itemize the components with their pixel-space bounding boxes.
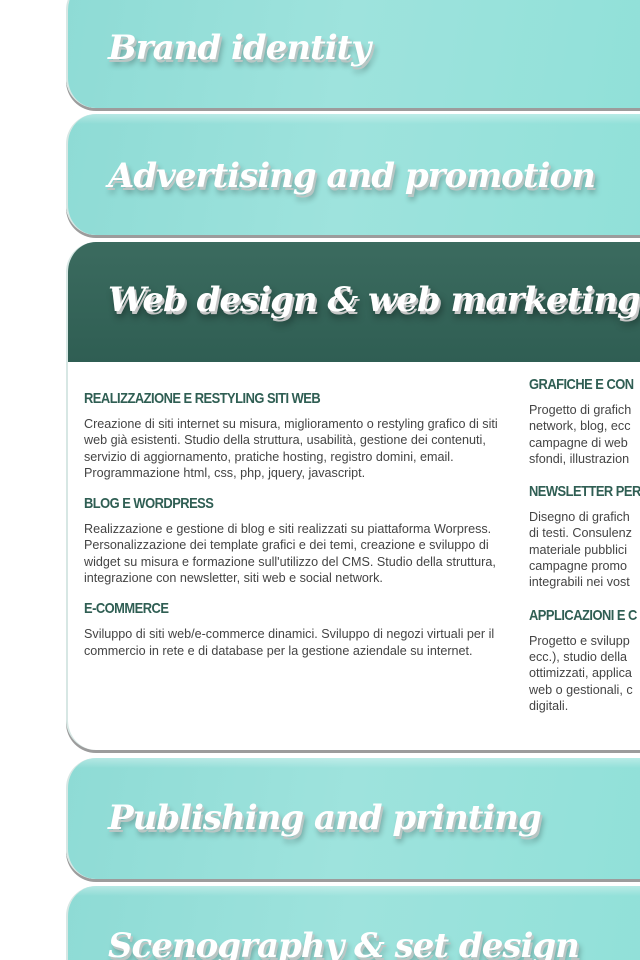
accordion-title: Scenography & set design: [108, 926, 580, 960]
accordion-item-scenography[interactable]: Scenography & set design: [66, 886, 640, 960]
services-accordion: Brand identity Advertising and promotion…: [0, 0, 640, 960]
service-block: REALIZZAZIONE E RESTYLING SITI WEB Creaz…: [84, 390, 512, 481]
service-heading: REALIZZAZIONE E RESTYLING SITI WEB: [84, 390, 321, 407]
service-description: Realizzazione e gestione di blog e siti …: [84, 522, 496, 586]
service-block: BLOG E WORDPRESS Realizzazione e gestion…: [84, 495, 512, 586]
service-description: Disegno di grafich di testi. Consulenz m…: [529, 510, 632, 590]
service-description: Sviluppo di siti web/e-commerce dinamici…: [84, 627, 495, 658]
service-description: Creazione di siti internet su misura, mi…: [84, 417, 498, 480]
service-heading: BLOG E WORDPRESS: [84, 495, 214, 513]
accordion-title: Advertising and promotion: [108, 156, 596, 196]
service-description: Progetto e svilupp ecc.), studio della o…: [529, 633, 633, 713]
service-block: APPLICAZIONI E C Progetto e svilupp ecc.…: [529, 607, 640, 714]
service-description: Progetto di grafich network, blog, ecc c…: [529, 403, 632, 466]
service-heading: E-COMMERCE: [84, 600, 169, 618]
service-block: E-COMMERCE Sviluppo di siti web/e-commer…: [84, 600, 512, 659]
service-heading: GRAFICHE E CON: [529, 376, 634, 393]
services-column-left: REALIZZAZIONE E RESTYLING SITI WEB Creaz…: [84, 390, 512, 673]
service-heading: APPLICAZIONI E C: [529, 606, 637, 624]
service-block: GRAFICHE E CON Progetto di grafich netwo…: [529, 376, 640, 467]
accordion-title: Web design & web marketing: [108, 280, 640, 320]
accordion-header-web-design[interactable]: Web design & web marketing: [68, 242, 640, 362]
accordion-title: Brand identity: [108, 28, 371, 68]
service-heading: NEWSLETTER PER: [529, 483, 640, 501]
accordion-item-publishing[interactable]: Publishing and printing: [66, 758, 640, 879]
accordion-item-web-design: Web design & web marketing REALIZZAZIONE…: [66, 242, 640, 750]
services-column-right: GRAFICHE E CON Progetto di grafich netwo…: [529, 376, 640, 730]
accordion-title: Publishing and printing: [108, 798, 542, 838]
accordion-item-advertising[interactable]: Advertising and promotion: [66, 114, 640, 235]
accordion-item-brand-identity[interactable]: Brand identity: [66, 0, 640, 108]
service-block: NEWSLETTER PER Disegno di grafich di tes…: [529, 483, 640, 590]
